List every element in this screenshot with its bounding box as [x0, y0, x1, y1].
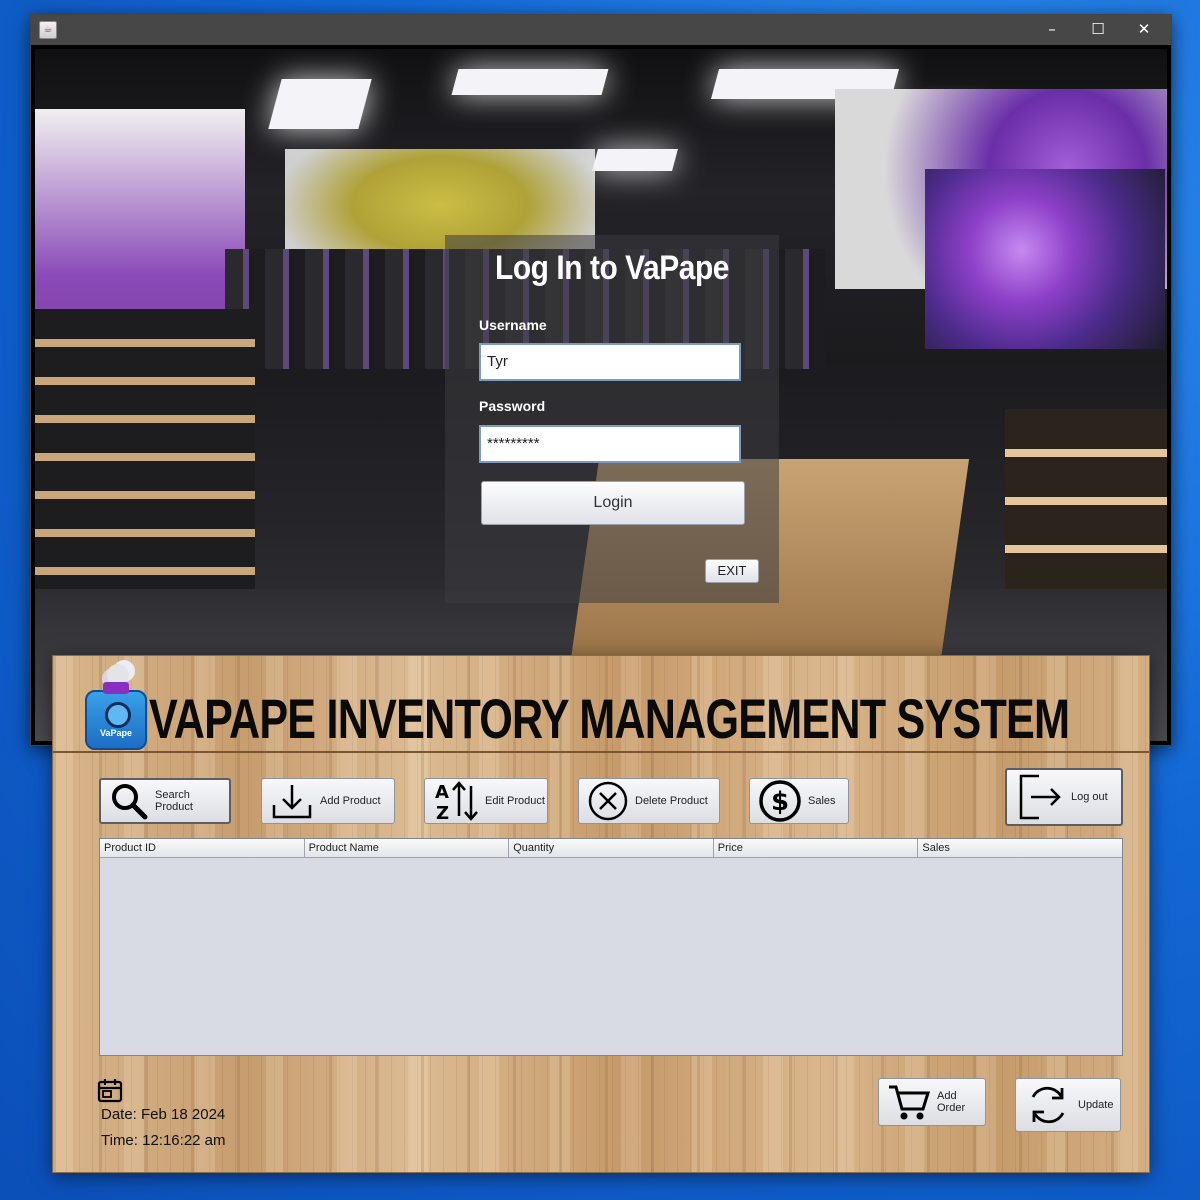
title-bar: ☕ – ☐ ✕ — [31, 15, 1171, 45]
edit-product-label: Edit Product — [485, 795, 545, 807]
column-header-product-name[interactable]: Product Name — [305, 839, 510, 857]
add-product-label: Add Product — [320, 795, 381, 807]
sort-az-icon: A Z — [435, 781, 478, 822]
login-panel: Log In to VaPape Username Tyr Password *… — [445, 235, 779, 603]
delete-product-label: Delete Product — [635, 795, 708, 807]
time-display: Time: 12:16:22 am — [101, 1132, 226, 1149]
username-label: Username — [479, 317, 547, 333]
date-display: Date: Feb 18 2024 — [101, 1106, 226, 1123]
delete-product-button[interactable]: Delete Product — [578, 778, 720, 824]
search-product-button[interactable]: Search Product — [99, 778, 231, 824]
password-label: Password — [479, 398, 546, 414]
refresh-icon — [1031, 1086, 1065, 1124]
logout-icon — [1019, 774, 1061, 820]
add-order-label: Add Order — [937, 1090, 966, 1114]
sales-label: Sales — [808, 795, 836, 807]
column-header-sales[interactable]: Sales — [918, 839, 1122, 857]
app-title: VAPAPE INVENTORY MANAGEMENT SYSTEM — [149, 687, 1070, 750]
login-window: ☕ – ☐ ✕ Log In to VaPape Username Tyr Pa… — [30, 14, 1172, 746]
java-icon: ☕ — [39, 21, 57, 39]
product-table[interactable]: Product ID Product Name Quantity Price S… — [99, 838, 1123, 1056]
minimize-button[interactable]: – — [1029, 15, 1075, 45]
login-title: Log In to VaPape — [494, 249, 730, 287]
calendar-icon — [97, 1079, 123, 1103]
logout-label: Log out — [1071, 791, 1108, 803]
column-header-quantity[interactable]: Quantity — [509, 839, 714, 857]
update-label: Update — [1078, 1099, 1114, 1111]
dollar-icon: $ — [759, 780, 801, 822]
exit-button[interactable]: EXIT — [705, 559, 759, 583]
update-button[interactable]: Update — [1015, 1078, 1121, 1132]
logout-button[interactable]: Log out — [1005, 768, 1123, 826]
svg-text:$: $ — [771, 787, 789, 817]
login-button[interactable]: Login — [481, 481, 745, 525]
header-divider — [53, 751, 1149, 753]
maximize-button[interactable]: ☐ — [1075, 15, 1121, 45]
column-header-price[interactable]: Price — [714, 839, 919, 857]
edit-product-button[interactable]: A Z Edit Product — [424, 778, 548, 824]
shopping-cart-icon — [889, 1085, 931, 1120]
sales-button[interactable]: $ Sales — [749, 778, 849, 824]
search-icon — [112, 784, 148, 820]
table-header: Product ID Product Name Quantity Price S… — [100, 839, 1122, 858]
search-product-label: Search Product — [155, 789, 193, 813]
vape-shop-background-image: Log In to VaPape Username Tyr Password *… — [35, 49, 1167, 741]
add-product-button[interactable]: Add Product — [261, 778, 395, 824]
add-order-button[interactable]: Add Order — [878, 1078, 986, 1126]
username-field[interactable]: Tyr — [479, 343, 741, 381]
svg-text:Z: Z — [436, 803, 449, 822]
delete-circle-icon — [588, 781, 628, 821]
download-icon — [272, 785, 312, 819]
password-field[interactable]: ********* — [479, 425, 741, 463]
svg-text:A: A — [435, 782, 449, 803]
inventory-window: VaPape VAPAPE INVENTORY MANAGEMENT SYSTE… — [52, 655, 1150, 1173]
close-button[interactable]: ✕ — [1121, 15, 1167, 45]
vapape-logo: VaPape — [85, 664, 147, 750]
logo-text: VaPape — [99, 728, 133, 738]
column-header-product-id[interactable]: Product ID — [100, 839, 305, 857]
